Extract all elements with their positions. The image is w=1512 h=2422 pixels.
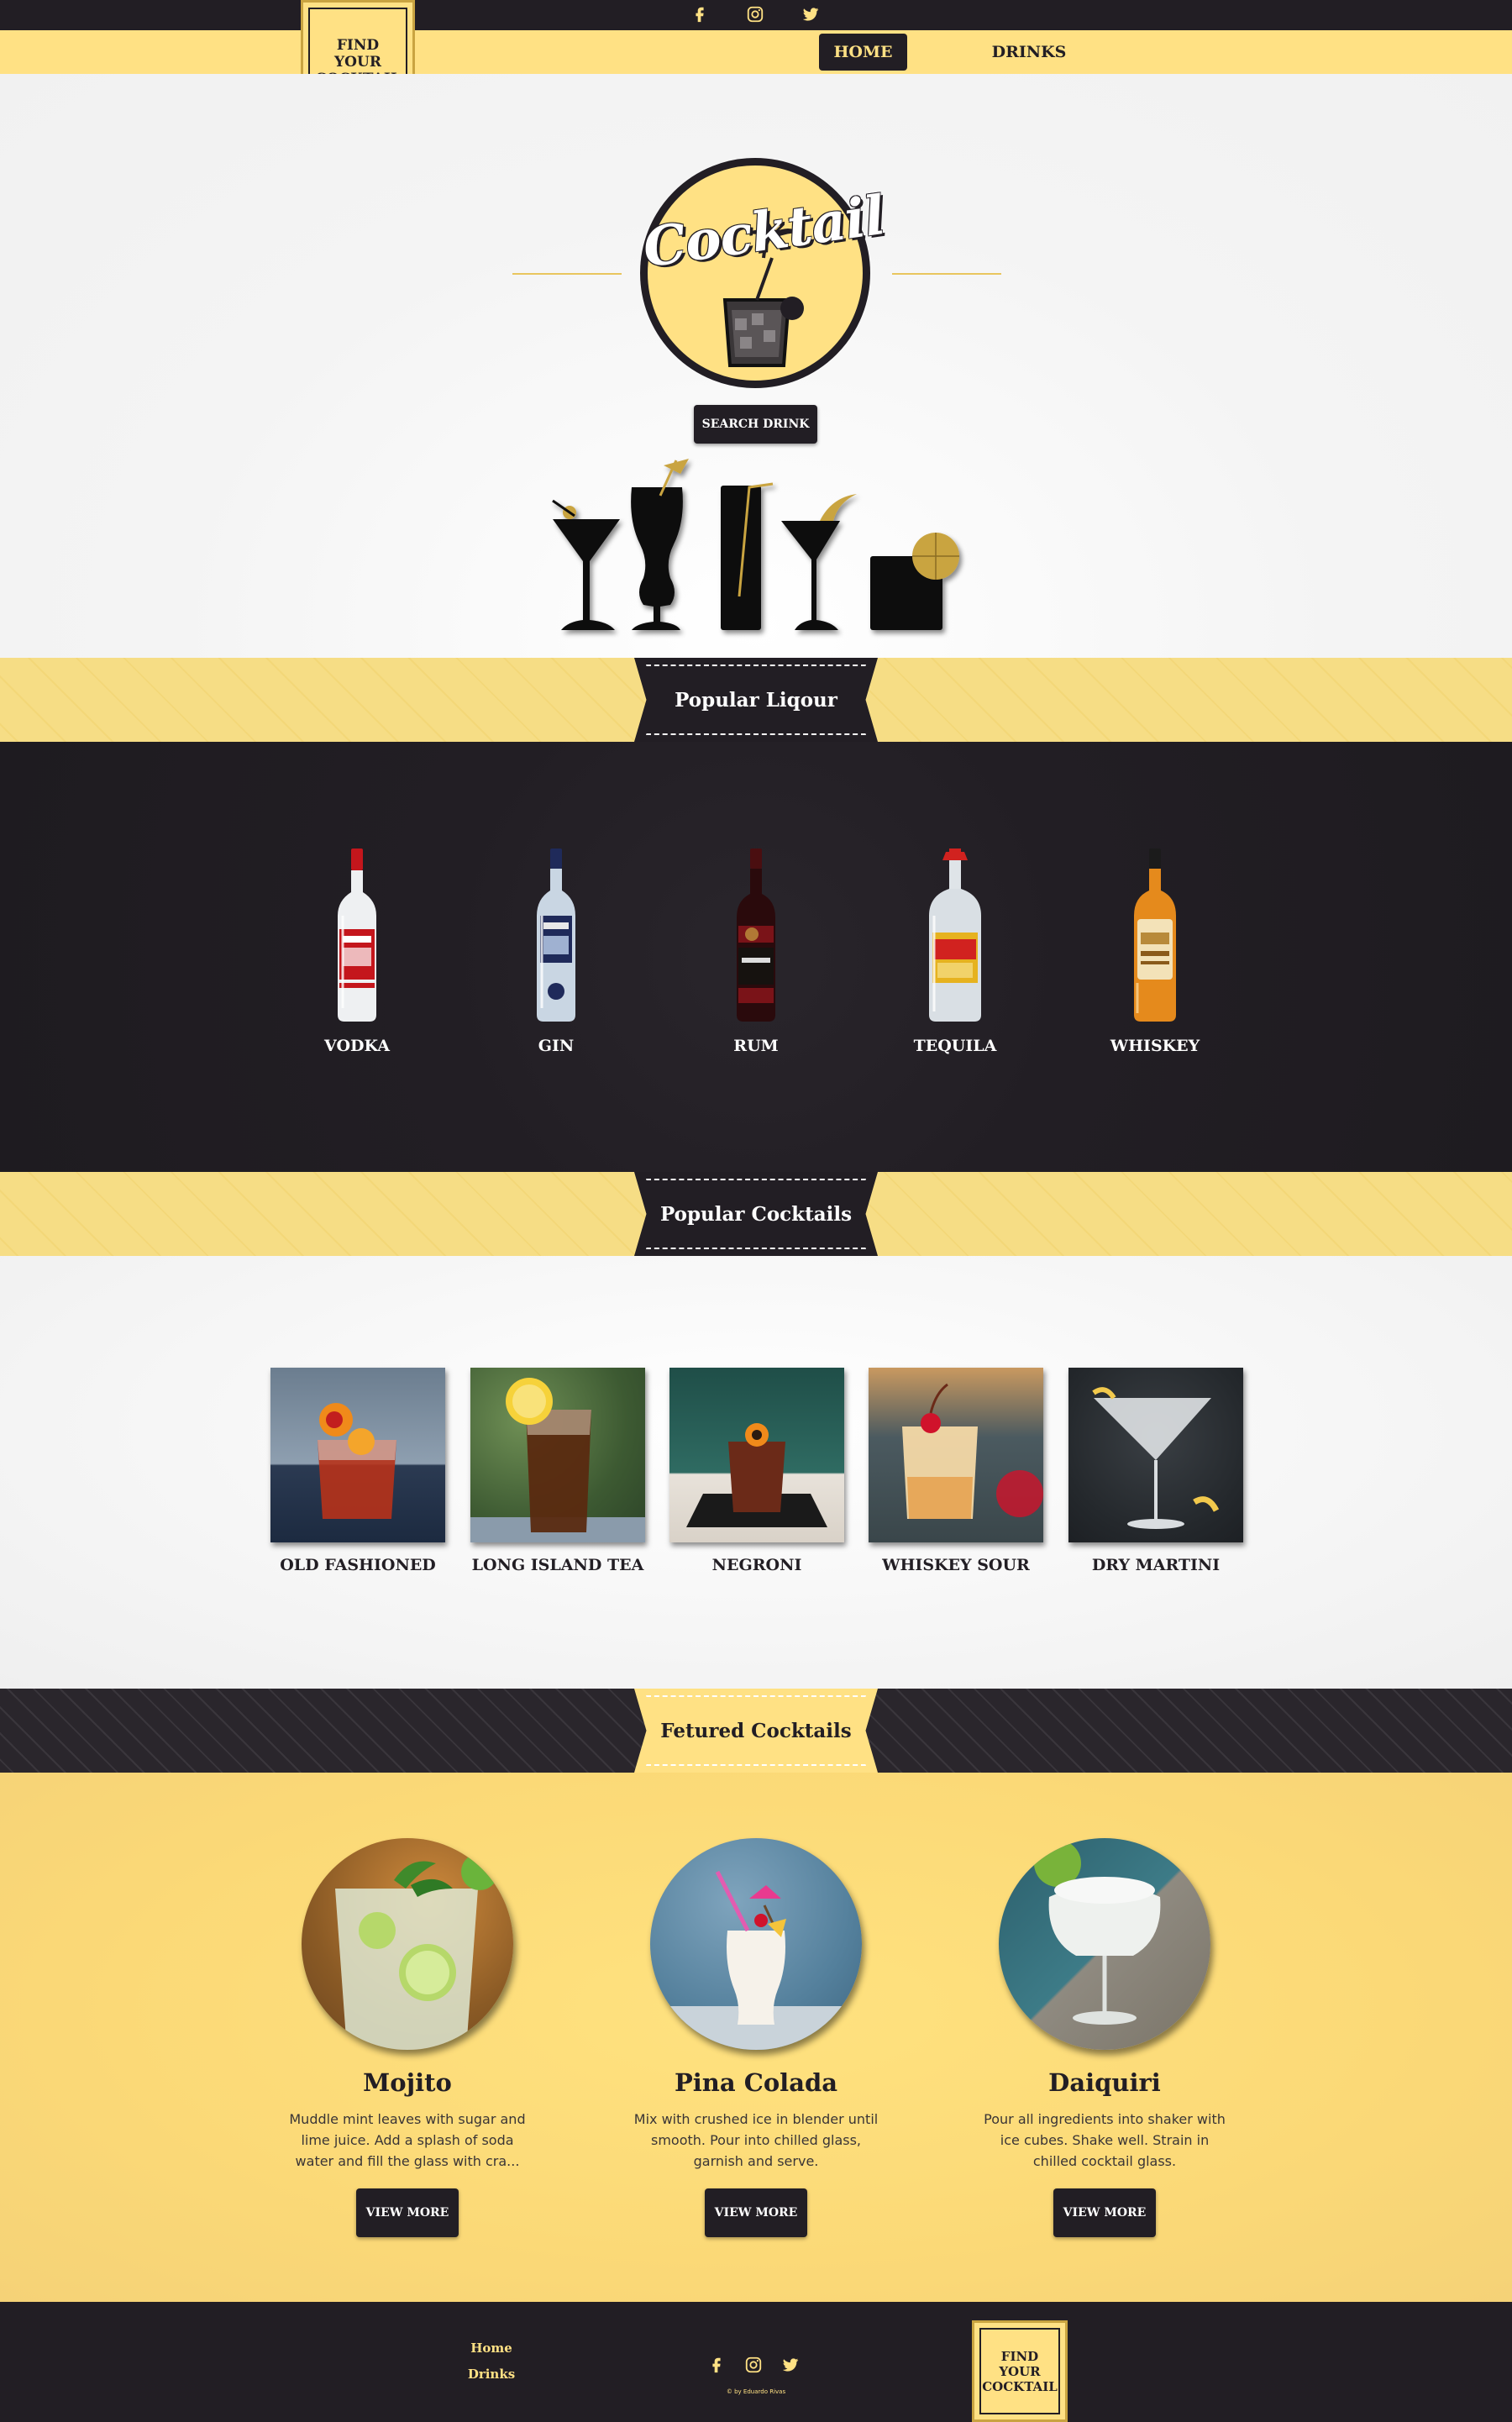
footer-home-link[interactable]: Home	[454, 2341, 529, 2356]
whiskey-sour-photo	[869, 1368, 1043, 1542]
cocktails-ribbon: Popular Cocktails	[634, 1172, 878, 1256]
twitter-icon[interactable]	[800, 3, 822, 25]
featured-item-pina-colada: Pina Colada Mix with crushed ice in blen…	[617, 1838, 895, 2237]
view-more-button[interactable]: VIEW MORE	[1053, 2188, 1156, 2237]
pina-colada-photo	[650, 1838, 862, 2050]
footer-logo-text: FIND YOUR COCKTAIL	[979, 2328, 1060, 2414]
liquor-section-title: Popular Liqour	[675, 688, 837, 712]
gin-bottle-icon	[537, 848, 575, 1022]
cocktail-item-whiskey-sour[interactable]: WHISKEY SOUR	[867, 1368, 1045, 1574]
featured-item-daiquiri: Daiquiri Pour all ingredients into shake…	[966, 1838, 1243, 2237]
cocktail-label: DRY MARTINI	[1091, 1556, 1221, 1574]
facebook-icon[interactable]	[689, 3, 711, 25]
glasses-silhouette-illustration	[552, 459, 959, 630]
liquor-label: GIN	[538, 1037, 575, 1055]
twitter-icon[interactable]	[781, 2356, 800, 2377]
featured-description: Mix with crushed ice in blender until sm…	[633, 2111, 879, 2169]
whiskey-bottle-icon	[1134, 848, 1176, 1022]
hero-divider-right	[892, 273, 1001, 275]
nav-bar	[0, 30, 1512, 74]
mojito-photo	[302, 1838, 513, 2050]
featured-item-mojito: Mojito Muddle mint leaves with sugar and…	[269, 1838, 546, 2237]
nav-drinks-link[interactable]: DRINKS	[983, 34, 1075, 71]
liquor-label: VODKA	[324, 1037, 390, 1055]
search-drink-button[interactable]: SEARCH DRINK	[694, 405, 817, 444]
tequila-bottle-icon	[929, 848, 981, 1022]
rum-bottle-icon	[737, 848, 775, 1022]
featured-title: Pina Colada	[674, 2068, 838, 2097]
liquor-label: WHISKEY	[1110, 1037, 1200, 1055]
liquor-item-vodka[interactable]: VODKA	[290, 848, 424, 1055]
liquor-item-rum[interactable]: RUM	[689, 848, 823, 1055]
footer-credit: © by Eduardo Rivas	[726, 2388, 786, 2395]
cocktail-label: NEGRONI	[711, 1556, 802, 1574]
facebook-icon[interactable]	[707, 2356, 726, 2377]
daiquiri-photo	[999, 1838, 1210, 2050]
old-fashioned-photo	[270, 1368, 445, 1542]
liquor-item-tequila[interactable]: TEQUILA	[888, 848, 1022, 1055]
liquor-label: TEQUILA	[913, 1037, 997, 1055]
vodka-bottle-icon	[338, 848, 376, 1022]
header-social-links	[689, 3, 822, 25]
featured-section-title: Fetured Cocktails	[660, 1719, 852, 1742]
liquor-label: RUM	[733, 1037, 779, 1055]
cocktail-label: OLD FASHIONED	[280, 1556, 436, 1574]
featured-title: Mojito	[363, 2068, 452, 2097]
dry-martini-photo	[1068, 1368, 1243, 1542]
featured-description: Muddle mint leaves with sugar and lime j…	[289, 2111, 526, 2169]
instagram-icon[interactable]	[744, 3, 766, 25]
cocktail-label: LONG ISLAND TEA	[471, 1556, 644, 1574]
instagram-icon[interactable]	[744, 2356, 763, 2377]
nav-home-link[interactable]: HOME	[819, 34, 907, 71]
cocktail-item-old-fashioned[interactable]: OLD FASHIONED	[269, 1368, 447, 1574]
negroni-photo	[669, 1368, 844, 1542]
view-more-button[interactable]: VIEW MORE	[356, 2188, 459, 2237]
featured-description: Pour all ingredients into shaker with ic…	[984, 2111, 1226, 2169]
featured-title: Daiquiri	[1048, 2068, 1161, 2097]
footer-social-links	[707, 2356, 800, 2377]
footer-logo[interactable]: FIND YOUR COCKTAIL	[972, 2320, 1068, 2422]
footer-drinks-link[interactable]: Drinks	[454, 2367, 529, 2382]
view-more-button[interactable]: VIEW MORE	[705, 2188, 807, 2237]
featured-ribbon: Fetured Cocktails	[634, 1689, 878, 1773]
cocktail-label: WHISKEY SOUR	[882, 1556, 1030, 1574]
cocktail-item-negroni[interactable]: NEGRONI	[668, 1368, 846, 1574]
liquor-item-gin[interactable]: GIN	[489, 848, 623, 1055]
cocktail-item-long-island-tea[interactable]: LONG ISLAND TEA	[469, 1368, 647, 1574]
cocktails-section-title: Popular Cocktails	[659, 1202, 853, 1226]
liquor-item-whiskey[interactable]: WHISKEY	[1088, 848, 1222, 1055]
liquor-ribbon: Popular Liqour	[634, 658, 878, 742]
cocktail-item-dry-martini[interactable]: DRY MARTINI	[1067, 1368, 1245, 1574]
long-island-tea-photo	[470, 1368, 645, 1542]
hero-divider-left	[512, 273, 622, 275]
